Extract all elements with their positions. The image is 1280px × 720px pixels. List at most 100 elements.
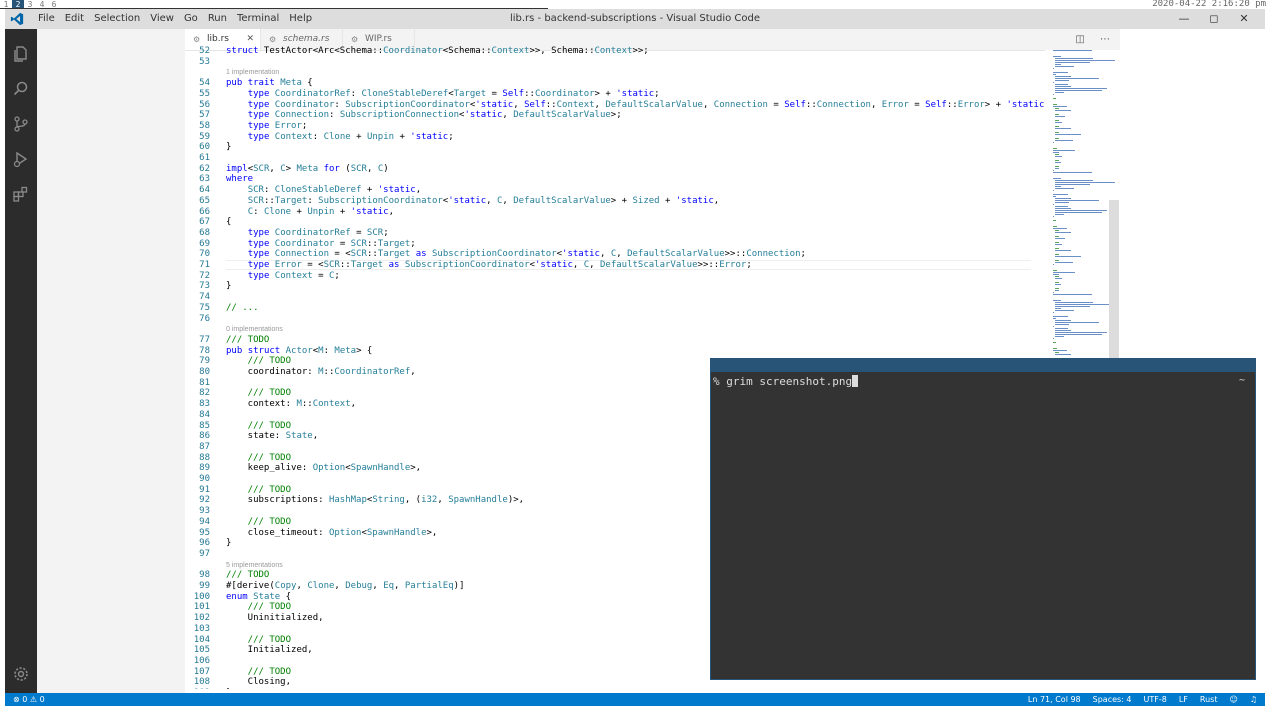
code-line[interactable]: keep_alive: Option<SpawnHandle>,: [226, 463, 421, 473]
maximize-icon[interactable]: ◻: [1199, 9, 1229, 29]
code-line[interactable]: type Error = <SCR::Target as Subscriptio…: [226, 260, 752, 270]
line-number: 63: [199, 174, 210, 185]
code-line[interactable]: }: [226, 281, 231, 291]
code-line[interactable]: close_timeout: Option<SpawnHandle>,: [226, 528, 438, 538]
code-line[interactable]: type CoordinatorRef: CloneStableDeref<Ta…: [226, 89, 660, 99]
code-line[interactable]: pub trait Meta {: [226, 78, 313, 88]
code-line[interactable]: type Coordinator: SubscriptionCoordinato…: [226, 100, 1045, 110]
line-number: 107: [193, 666, 210, 677]
code-line[interactable]: struct TestActor<Arc<Schema::Coordinator…: [226, 46, 649, 56]
vertical-scrollbar-thumb[interactable]: [1109, 200, 1119, 360]
line-number: 61: [199, 153, 210, 163]
notifications-bell-icon[interactable]: ♫: [1250, 693, 1257, 706]
settings-gear-icon[interactable]: [12, 665, 30, 683]
code-line[interactable]: }: [226, 142, 231, 152]
search-icon[interactable]: [12, 80, 30, 98]
code-line[interactable]: type Context: Clone + Unpin + 'static;: [226, 132, 454, 142]
terminal-title-bar[interactable]: [711, 359, 1255, 372]
code-lens[interactable]: 1 implementation: [226, 68, 279, 78]
minimap-line: [1055, 336, 1064, 337]
minimap-line: [1055, 238, 1066, 239]
minimap-line: [1055, 328, 1069, 329]
menu-help[interactable]: Help: [284, 9, 317, 29]
terminal-command-line[interactable]: % grim screenshot.png: [713, 375, 859, 388]
close-icon[interactable]: ✕: [1229, 9, 1259, 29]
code-line[interactable]: pub struct Actor<M: Meta> {: [226, 346, 372, 356]
code-line[interactable]: C: Clone + Unpin + 'static,: [226, 207, 394, 217]
terminal-window[interactable]: % grim screenshot.png ~: [710, 358, 1256, 680]
code-line[interactable]: where: [226, 174, 253, 184]
menu-view[interactable]: View: [145, 9, 179, 29]
minimap-line: [1055, 248, 1060, 249]
problems-indicator[interactable]: ⊗ 0 ⚠ 0: [13, 693, 45, 706]
code-line[interactable]: coordinator: M::CoordinatorRef,: [226, 367, 416, 377]
more-actions-icon[interactable]: ⋯: [1100, 34, 1110, 45]
code-line[interactable]: subscriptions: HashMap<String, (i32, Spa…: [226, 495, 524, 505]
code-line[interactable]: impl<SCR, C> Meta for (SCR, C): [226, 164, 389, 174]
minimap-line: [1055, 202, 1069, 203]
code-line[interactable]: type Connection: SubscriptionConnection<…: [226, 110, 622, 120]
code-line[interactable]: /// TODO: [226, 517, 291, 527]
minimap-line: [1055, 230, 1060, 231]
extensions-icon[interactable]: [12, 185, 30, 203]
code-line[interactable]: type Context = C;: [226, 271, 340, 281]
code-lens[interactable]: 5 implementations: [226, 561, 283, 571]
code-line[interactable]: /// TODO: [226, 335, 269, 345]
minimap-line: [1053, 94, 1054, 95]
code-line[interactable]: {: [226, 217, 231, 227]
files-icon[interactable]: [12, 45, 30, 63]
minimap-line: [1053, 300, 1061, 301]
code-lens[interactable]: 0 implementations: [226, 325, 283, 335]
code-line[interactable]: SCR::Target: SubscriptionCoordinator<'st…: [226, 196, 720, 206]
minimap-line: [1055, 354, 1071, 355]
code-line[interactable]: /// TODO: [226, 356, 291, 366]
code-line[interactable]: type Connection = <SCR::Target as Subscr…: [226, 249, 806, 259]
line-number: 97: [199, 548, 210, 559]
code-line[interactable]: Closing,: [226, 677, 291, 687]
code-line[interactable]: /// TODO: [226, 667, 291, 677]
minimap-line: [1053, 318, 1056, 319]
minimap-line: [1055, 250, 1072, 251]
code-line[interactable]: /// TODO: [226, 635, 291, 645]
feedback-icon[interactable]: ☺: [1229, 693, 1237, 706]
menu-go[interactable]: Go: [179, 9, 203, 29]
cursor-position[interactable]: Ln 71, Col 98: [1028, 693, 1081, 706]
menu-file[interactable]: File: [33, 9, 60, 29]
run-debug-icon[interactable]: [12, 150, 30, 168]
menu-run[interactable]: Run: [203, 9, 232, 29]
menu-selection[interactable]: Selection: [89, 9, 145, 29]
code-line[interactable]: /// TODO: [226, 602, 291, 612]
code-line[interactable]: /// TODO: [226, 453, 291, 463]
code-line[interactable]: SCR: CloneStableDeref + 'static,: [226, 185, 421, 195]
encoding[interactable]: UTF-8: [1144, 693, 1167, 706]
indentation[interactable]: Spaces: 4: [1093, 693, 1132, 706]
menu-terminal[interactable]: Terminal: [232, 9, 284, 29]
minimap-line: [1055, 78, 1099, 79]
code-line[interactable]: /// TODO: [226, 570, 269, 580]
code-line[interactable]: type Error;: [226, 121, 308, 131]
code-line[interactable]: }: [226, 688, 231, 689]
end-of-line[interactable]: LF: [1179, 693, 1188, 706]
code-line[interactable]: type CoordinatorRef = SCR;: [226, 228, 389, 238]
code-line[interactable]: Initialized,: [226, 645, 313, 655]
minimize-icon[interactable]: —: [1169, 9, 1199, 29]
code-line[interactable]: state: State,: [226, 431, 318, 441]
code-line[interactable]: }: [226, 538, 231, 548]
code-line[interactable]: Uninitialized,: [226, 613, 324, 623]
code-line[interactable]: #[derive(Copy, Clone, Debug, Eq, Partial…: [226, 581, 465, 591]
line-number: 85: [199, 420, 210, 431]
code-line[interactable]: // ...: [226, 303, 259, 313]
menu-edit[interactable]: Edit: [60, 9, 89, 29]
code-line[interactable]: type Coordinator = SCR::Target;: [226, 239, 416, 249]
code-line[interactable]: context: M::Context,: [226, 399, 356, 409]
split-editor-icon[interactable]: ◫: [1075, 34, 1084, 45]
source-control-icon[interactable]: [12, 115, 30, 133]
code-line[interactable]: /// TODO: [226, 421, 291, 431]
line-number: 62: [199, 163, 210, 174]
language-mode[interactable]: Rust: [1200, 693, 1218, 706]
code-line[interactable]: /// TODO: [226, 388, 291, 398]
minimap-line: [1055, 180, 1094, 181]
code-line[interactable]: /// TODO: [226, 485, 291, 495]
minimap-line: [1055, 324, 1069, 325]
code-line[interactable]: enum State {: [226, 592, 291, 602]
